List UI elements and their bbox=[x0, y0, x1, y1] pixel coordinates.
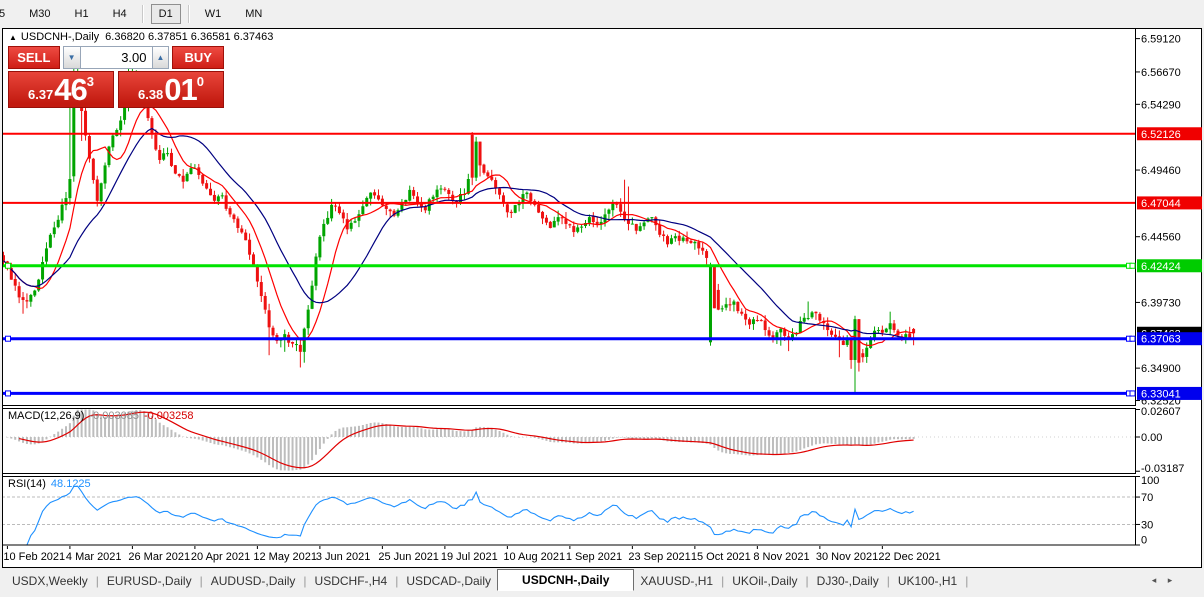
svg-text:0: 0 bbox=[1141, 535, 1147, 547]
bid-price-big: 46 bbox=[54, 72, 87, 107]
timeframe-toolbar: 5 M30 H1 H4 D1 W1 MN bbox=[0, 0, 1204, 28]
tab-ukoil-daily[interactable]: UKOil-,Daily bbox=[726, 572, 803, 590]
ask-price-prefix: 6.38 bbox=[137, 87, 164, 102]
svg-text:23 Sep 2021: 23 Sep 2021 bbox=[628, 551, 690, 563]
svg-text:15 Oct 2021: 15 Oct 2021 bbox=[691, 551, 751, 563]
tab-xauusd-h1[interactable]: XAUUSD-,H1 bbox=[634, 572, 719, 590]
timeframe-button-h4[interactable]: H4 bbox=[105, 4, 135, 24]
svg-text:10 Feb 2021: 10 Feb 2021 bbox=[3, 551, 65, 563]
buy-button[interactable]: BUY bbox=[172, 46, 224, 69]
svg-text:0.02607: 0.02607 bbox=[1141, 406, 1181, 418]
svg-text:22 Dec 2021: 22 Dec 2021 bbox=[878, 551, 940, 563]
volume-input[interactable] bbox=[80, 46, 152, 69]
tab-eurusd-daily[interactable]: EURUSD-,Daily bbox=[101, 572, 198, 590]
macd-signal-value: -0.003258 bbox=[143, 410, 194, 422]
tab-scroll-buttons: ◂ ▸ bbox=[1146, 573, 1178, 588]
rsi-value: 48.1225 bbox=[50, 478, 91, 490]
timeframe-button-h1[interactable]: H1 bbox=[67, 4, 97, 24]
timeframe-button-d1[interactable]: D1 bbox=[150, 4, 181, 24]
svg-text:6.33041: 6.33041 bbox=[1141, 388, 1181, 400]
chart-symbol-period: USDCNH-,Daily bbox=[20, 31, 100, 43]
svg-text:26 Mar 2021: 26 Mar 2021 bbox=[128, 551, 190, 563]
macd-name: MACD(12,26,9) bbox=[8, 410, 85, 422]
timeframe-button-m30[interactable]: M30 bbox=[21, 4, 58, 24]
svg-text:6.34900: 6.34900 bbox=[1141, 363, 1181, 375]
tab-uk100-h1[interactable]: UK100-,H1 bbox=[892, 572, 963, 590]
chart-title: ▲ USDCNH-,Daily 6.36820 6.37851 6.36581 6.… bbox=[9, 31, 273, 43]
timeframe-button-mn[interactable]: MN bbox=[237, 4, 270, 24]
tab-separator: | bbox=[199, 574, 203, 588]
ask-price-big: 01 bbox=[164, 72, 197, 107]
tab-dj30-daily[interactable]: DJ30-,Daily bbox=[811, 572, 885, 590]
svg-text:6.47044: 6.47044 bbox=[1141, 198, 1181, 210]
tab-separator: | bbox=[303, 574, 307, 588]
volume-decrease-button[interactable]: ▼ bbox=[62, 46, 81, 69]
toolbar-separator bbox=[187, 5, 190, 23]
volume-increase-button[interactable]: ▲ bbox=[151, 46, 170, 69]
svg-text:1 Sep 2021: 1 Sep 2021 bbox=[566, 551, 622, 563]
chart-ohlc-values: 6.36820 6.37851 6.36581 6.37463 bbox=[105, 31, 274, 43]
svg-text:6.54290: 6.54290 bbox=[1141, 99, 1181, 111]
timeframe-button-w1[interactable]: W1 bbox=[197, 4, 230, 24]
rsi-indicator-label: RSI(14) 48.1225 bbox=[8, 478, 91, 490]
bid-price-panel[interactable]: 6.37 46 3 bbox=[8, 71, 114, 108]
ask-price-panel[interactable]: 6.38 01 0 bbox=[118, 71, 224, 108]
tab-separator: | bbox=[721, 574, 725, 588]
tab-usdchf-h4[interactable]: USDCHF-,H4 bbox=[309, 572, 394, 590]
svg-text:4 Mar 2021: 4 Mar 2021 bbox=[66, 551, 122, 563]
svg-text:8 Nov 2021: 8 Nov 2021 bbox=[753, 551, 809, 563]
svg-text:25 Jun 2021: 25 Jun 2021 bbox=[378, 551, 439, 563]
chart-tab-bar: USDX,Weekly | EURUSD-,Daily | AUDUSD-,Daily |… bbox=[0, 569, 1204, 597]
tab-scroll-left-icon[interactable]: ◂ bbox=[1146, 573, 1162, 588]
tab-separator: | bbox=[886, 574, 890, 588]
tab-separator: | bbox=[805, 574, 809, 588]
bid-price-sup: 3 bbox=[86, 74, 95, 89]
svg-text:70: 70 bbox=[1141, 492, 1153, 504]
chart-tabs: USDX,Weekly | EURUSD-,Daily | AUDUSD-,Daily |… bbox=[0, 569, 1204, 591]
sell-button[interactable]: SELL bbox=[8, 46, 60, 69]
svg-text:0.00: 0.00 bbox=[1141, 432, 1162, 444]
svg-text:10 Aug 2021: 10 Aug 2021 bbox=[503, 551, 565, 563]
collapse-triangle-icon[interactable]: ▲ bbox=[9, 33, 17, 42]
svg-text:6.59120: 6.59120 bbox=[1141, 34, 1181, 46]
tab-separator: | bbox=[965, 574, 969, 588]
svg-text:3 Jun 2021: 3 Jun 2021 bbox=[316, 551, 370, 563]
svg-text:12 May 2021: 12 May 2021 bbox=[253, 551, 317, 563]
svg-text:30 Nov 2021: 30 Nov 2021 bbox=[816, 551, 878, 563]
one-click-trade-widget: SELL ▼ ▲ BUY 6.37 46 3 6.38 01 0 bbox=[8, 46, 224, 108]
rsi-name: RSI(14) bbox=[8, 478, 46, 490]
tab-scroll-right-icon[interactable]: ▸ bbox=[1162, 573, 1178, 588]
svg-text:6.44560: 6.44560 bbox=[1141, 232, 1181, 244]
bid-price-prefix: 6.37 bbox=[27, 87, 54, 102]
macd-indicator-label: MACD(12,26,9) -0.003085 -0.003258 bbox=[8, 410, 194, 422]
svg-text:6.49460: 6.49460 bbox=[1141, 165, 1181, 177]
svg-text:6.37063: 6.37063 bbox=[1141, 334, 1181, 346]
macd-main-value: -0.003085 bbox=[89, 410, 139, 422]
svg-text:100: 100 bbox=[1141, 475, 1159, 487]
tab-separator: | bbox=[95, 574, 99, 588]
toolbar-separator bbox=[141, 5, 144, 23]
svg-text:6.56670: 6.56670 bbox=[1141, 67, 1181, 79]
svg-text:19 Jul 2021: 19 Jul 2021 bbox=[441, 551, 498, 563]
svg-text:20 Apr 2021: 20 Apr 2021 bbox=[191, 551, 250, 563]
svg-text:6.52126: 6.52126 bbox=[1141, 129, 1181, 141]
tab-usdcad-daily[interactable]: USDCAD-,Daily bbox=[400, 572, 497, 590]
ask-price-sup: 0 bbox=[196, 74, 205, 89]
tab-usdx-weekly[interactable]: USDX,Weekly bbox=[6, 572, 94, 590]
timeframe-button-5[interactable]: 5 bbox=[0, 4, 13, 24]
application-window: 5 M30 H1 H4 D1 W1 MN 6.59120 6.56670 6.54290 6.49… bbox=[0, 0, 1204, 597]
tab-audusd-daily[interactable]: AUDUSD-,Daily bbox=[205, 572, 302, 590]
svg-text:6.39730: 6.39730 bbox=[1141, 297, 1181, 309]
tab-separator: | bbox=[395, 574, 399, 588]
svg-text:-0.03187: -0.03187 bbox=[1141, 463, 1184, 475]
svg-text:6.42424: 6.42424 bbox=[1141, 261, 1181, 273]
svg-text:30: 30 bbox=[1141, 519, 1153, 531]
tab-usdcnh-daily[interactable]: USDCNH-,Daily bbox=[497, 569, 635, 591]
